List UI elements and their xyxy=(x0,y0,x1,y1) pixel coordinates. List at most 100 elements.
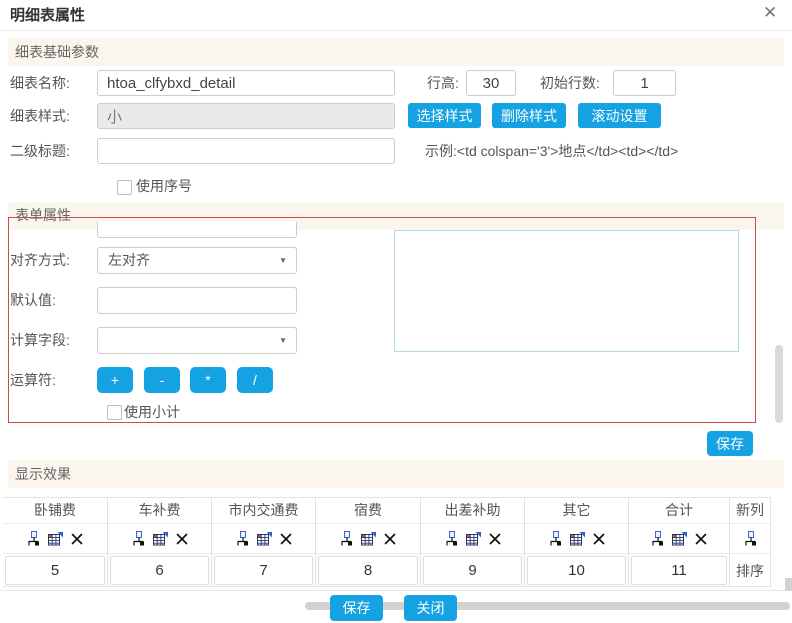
align-select-value: 左对齐 xyxy=(108,248,150,273)
table-style-icon[interactable] xyxy=(257,532,272,546)
use-index-label: 使用序号 xyxy=(136,173,192,199)
column-icon-toolbar xyxy=(3,524,107,554)
delete-style-button[interactable]: 删除样式 xyxy=(492,103,566,128)
operator-minus-button[interactable]: - xyxy=(144,367,180,393)
insert-field-icon[interactable] xyxy=(27,531,40,546)
preview-column-header: 其它 xyxy=(525,498,628,524)
subtitle-label: 二级标题: xyxy=(10,138,70,164)
table-style-icon[interactable] xyxy=(466,532,481,546)
preview-column-header: 车补费 xyxy=(108,498,211,524)
section-basic-params-label: 细表基础参数 xyxy=(8,38,784,66)
preview-column: 车补费 6 xyxy=(108,498,212,587)
preview-column: 合计 11 xyxy=(629,498,730,587)
calc-preview-textarea[interactable] xyxy=(394,230,739,352)
column-icon-toolbar xyxy=(525,524,628,554)
column-order-value[interactable]: 10 xyxy=(527,556,626,585)
column-order-value[interactable]: 9 xyxy=(423,556,522,585)
table-style-input xyxy=(97,103,395,129)
sort-label: 排序 xyxy=(730,554,770,586)
preview-column-header: 合计 xyxy=(629,498,729,524)
section-preview: 显示效果 xyxy=(8,460,784,488)
section-preview-label: 显示效果 xyxy=(8,460,784,488)
insert-field-icon[interactable] xyxy=(549,531,562,546)
preview-column: 出差补助 9 xyxy=(421,498,525,587)
operator-label: 运算符: xyxy=(10,367,56,393)
column-icon-toolbar xyxy=(730,524,770,554)
preview-column-header: 新列 xyxy=(730,498,770,524)
delete-column-icon[interactable] xyxy=(176,533,188,545)
column-icon-toolbar xyxy=(629,524,729,554)
calc-field-select[interactable]: ▼ xyxy=(97,327,297,354)
insert-field-icon[interactable] xyxy=(132,531,145,546)
align-select[interactable]: 左对齐 ▼ xyxy=(97,247,297,274)
operator-plus-button[interactable]: + xyxy=(97,367,133,393)
column-icon-toolbar xyxy=(108,524,211,554)
column-order-value[interactable]: 7 xyxy=(214,556,313,585)
preview-column: 市内交通费 7 xyxy=(212,498,316,587)
preview-table: 卧铺费5车补费6市内交通费7宿费8出差补助9其它10合计11新列排序 xyxy=(3,497,771,587)
insert-field-icon[interactable] xyxy=(744,531,757,546)
delete-column-icon[interactable] xyxy=(489,533,501,545)
table-name-input[interactable] xyxy=(97,70,395,96)
row-height-input[interactable] xyxy=(466,70,516,96)
footer-save-button[interactable]: 保存 xyxy=(330,595,383,621)
insert-field-icon[interactable] xyxy=(445,531,458,546)
title-divider xyxy=(0,30,792,31)
column-icon-toolbar xyxy=(421,524,524,554)
insert-field-icon[interactable] xyxy=(340,531,353,546)
delete-column-icon[interactable] xyxy=(280,533,292,545)
subtitle-example-text: 示例:<td colspan='3'>地点</td><td></td> xyxy=(425,138,678,164)
form-save-button[interactable]: 保存 xyxy=(707,431,753,456)
delete-column-icon[interactable] xyxy=(695,533,707,545)
column-order-value[interactable]: 5 xyxy=(5,556,105,585)
preview-column-header: 市内交通费 xyxy=(212,498,315,524)
preview-column: 新列排序 xyxy=(730,498,771,587)
preview-column: 其它 10 xyxy=(525,498,629,587)
use-index-checkbox[interactable] xyxy=(117,180,132,195)
operator-divide-button[interactable]: / xyxy=(237,367,273,393)
use-subtotal-checkbox[interactable] xyxy=(107,405,122,420)
preview-column-header: 出差补助 xyxy=(421,498,524,524)
insert-field-icon[interactable] xyxy=(651,531,664,546)
table-style-icon[interactable] xyxy=(672,532,687,546)
column-icon-toolbar xyxy=(212,524,315,554)
column-order-value[interactable]: 11 xyxy=(631,556,727,585)
operator-multiply-button[interactable]: * xyxy=(190,367,226,393)
preview-column: 卧铺费 5 xyxy=(3,498,108,587)
footer-close-button[interactable]: 关闭 xyxy=(404,595,457,621)
footer-divider xyxy=(0,590,792,591)
column-order-value[interactable]: 6 xyxy=(110,556,209,585)
table-style-label: 细表样式: xyxy=(10,103,70,129)
clipped-input[interactable] xyxy=(97,222,297,238)
table-style-icon[interactable] xyxy=(361,532,376,546)
table-style-icon[interactable] xyxy=(48,532,63,546)
align-label: 对齐方式: xyxy=(10,247,70,273)
select-style-button[interactable]: 选择样式 xyxy=(408,103,481,128)
insert-field-icon[interactable] xyxy=(236,531,249,546)
column-order-value[interactable]: 8 xyxy=(318,556,418,585)
default-value-input[interactable] xyxy=(97,287,297,314)
default-value-label: 默认值: xyxy=(10,287,56,313)
detail-table-properties-dialog: 明细表属性 ✕ 细表基础参数 细表名称: 行高: 初始行数: 细表样式: 选择样… xyxy=(0,0,792,623)
initial-rows-label: 初始行数: xyxy=(540,70,600,96)
close-icon[interactable]: ✕ xyxy=(758,1,782,25)
subtitle-input[interactable] xyxy=(97,138,395,164)
delete-column-icon[interactable] xyxy=(71,533,83,545)
table-style-icon[interactable] xyxy=(570,532,585,546)
delete-column-icon[interactable] xyxy=(593,533,605,545)
dialog-title: 明细表属性 xyxy=(10,4,85,25)
preview-column-header: 宿费 xyxy=(316,498,420,524)
vertical-scrollbar-thumb[interactable] xyxy=(775,345,783,423)
preview-column: 宿费 8 xyxy=(316,498,421,587)
preview-column-header: 卧铺费 xyxy=(3,498,107,524)
column-icon-toolbar xyxy=(316,524,420,554)
initial-rows-input[interactable] xyxy=(613,70,676,96)
calc-field-label: 计算字段: xyxy=(10,327,70,353)
chevron-down-icon: ▼ xyxy=(279,336,287,345)
scrollbar-corner xyxy=(785,578,792,591)
row-height-label: 行高: xyxy=(427,70,459,96)
delete-column-icon[interactable] xyxy=(384,533,396,545)
chevron-down-icon: ▼ xyxy=(279,256,287,265)
table-style-icon[interactable] xyxy=(153,532,168,546)
scroll-settings-button[interactable]: 滚动设置 xyxy=(578,103,661,128)
